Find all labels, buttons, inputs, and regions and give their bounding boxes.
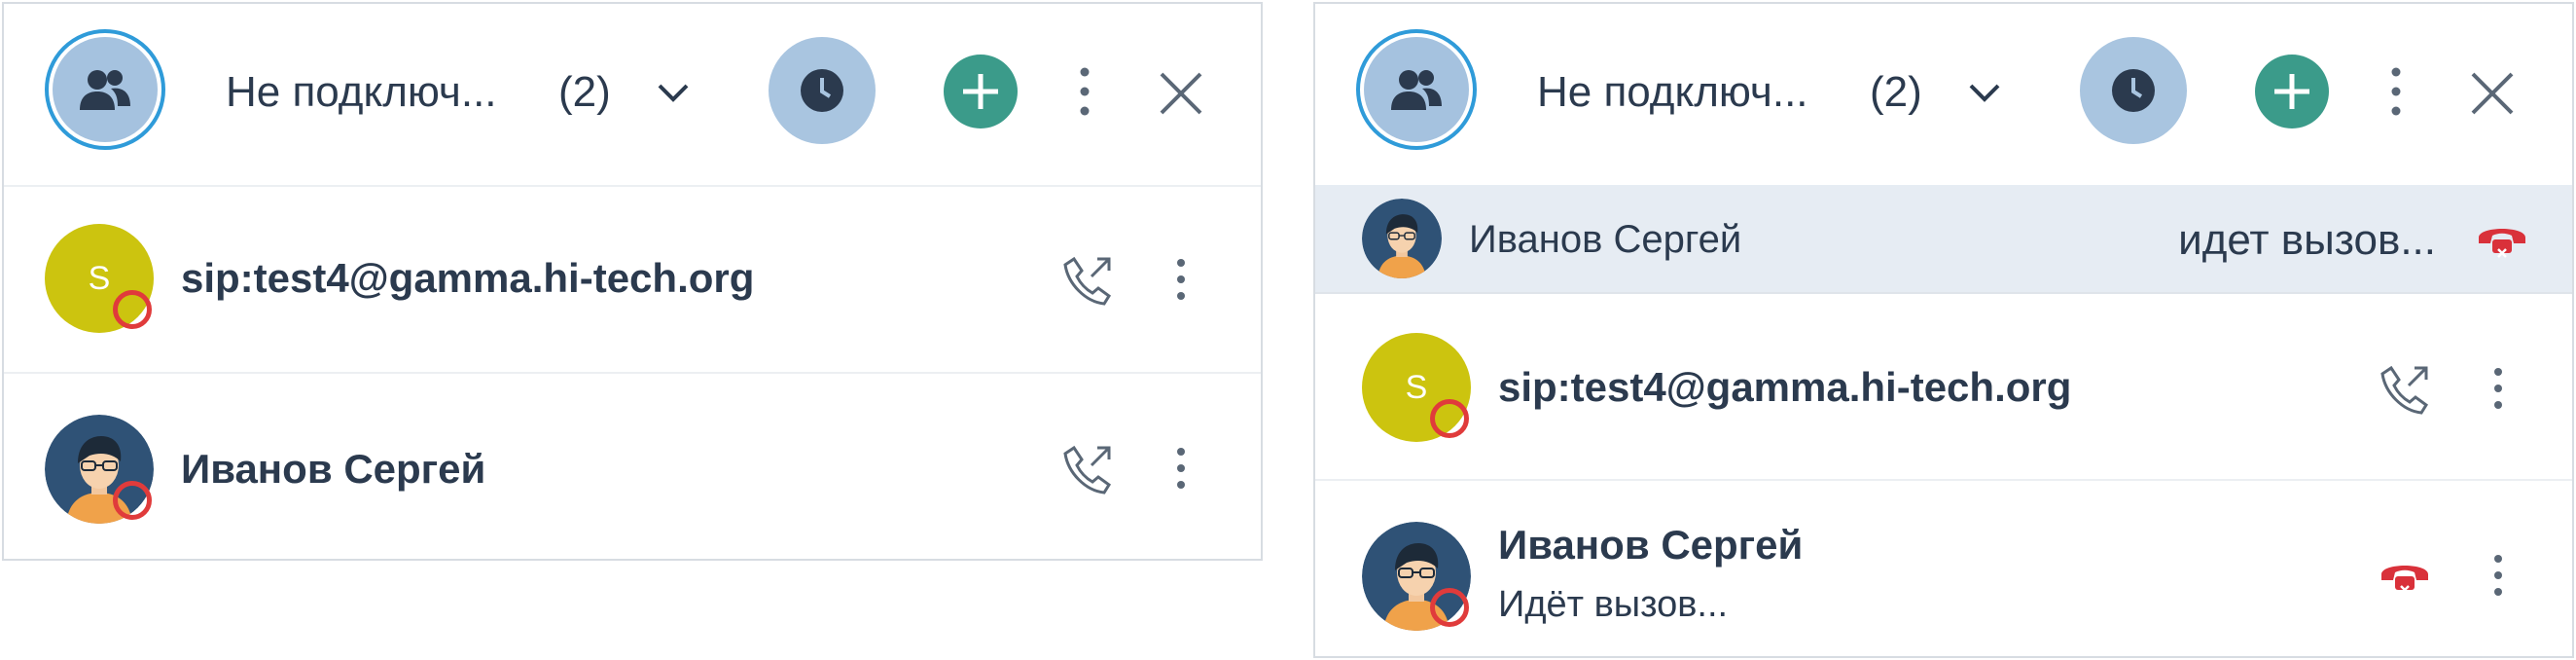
offline-status-icon: [113, 481, 152, 520]
list-item[interactable]: Иванов Сергей: [4, 372, 1261, 561]
contact-menu-icon[interactable]: [2487, 364, 2510, 413]
add-contact-button[interactable]: [944, 55, 1018, 128]
phone-outgoing-icon[interactable]: [1060, 442, 1115, 496]
contact-name: sip:test4@gamma.hi-tech.org: [1498, 364, 2072, 410]
contact-count: (2): [1870, 68, 1922, 116]
users-icon: [1391, 70, 1442, 110]
plus-icon: [2274, 74, 2309, 109]
offline-status-icon: [113, 290, 152, 329]
list-item[interactable]: S sip:test4@gamma.hi-tech.org: [1315, 292, 2572, 481]
more-menu-icon[interactable]: [2381, 62, 2411, 121]
contact-menu-icon[interactable]: [1169, 255, 1193, 304]
contact-name: Иванов Сергей: [1498, 522, 1804, 568]
avatar: [1362, 199, 1442, 278]
close-icon[interactable]: [2469, 70, 2516, 117]
close-icon[interactable]: [1158, 70, 1204, 117]
phone-outgoing-icon[interactable]: [2378, 362, 2432, 417]
connection-status[interactable]: Не подключ...: [226, 68, 497, 117]
contact-menu-icon[interactable]: [2487, 551, 2510, 600]
chevron-down-icon[interactable]: [654, 76, 693, 111]
history-button[interactable]: [2080, 37, 2187, 144]
contacts-panel: Не подключ... (2) S sip:test4@gamma.hi-t…: [2, 2, 1263, 561]
users-icon: [80, 70, 130, 110]
add-contact-button[interactable]: [2255, 55, 2329, 128]
active-call-name: Иванов Сергей: [1469, 218, 1742, 261]
clock-icon: [801, 69, 843, 112]
contact-name: Иванов Сергей: [181, 446, 486, 492]
contact-count: (2): [558, 68, 611, 116]
hangup-icon[interactable]: [2475, 216, 2529, 263]
history-button[interactable]: [769, 37, 876, 144]
list-item[interactable]: S sip:test4@gamma.hi-tech.org: [4, 185, 1261, 374]
user-avatar-icon: [1362, 199, 1442, 278]
contact-name: sip:test4@gamma.hi-tech.org: [181, 255, 755, 301]
active-call-status: идет вызов...: [2178, 216, 2436, 264]
phone-outgoing-icon[interactable]: [1060, 253, 1115, 308]
group-avatar[interactable]: [1356, 29, 1477, 150]
clock-icon: [2112, 69, 2155, 112]
panel-header: Не подключ... (2): [1315, 4, 2572, 187]
plus-icon: [963, 74, 998, 109]
group-avatar[interactable]: [45, 29, 165, 150]
hangup-icon[interactable]: [2378, 553, 2432, 600]
contacts-panel: Не подключ... (2) Иванов Сергей идет выз…: [1313, 2, 2574, 658]
contact-menu-icon[interactable]: [1169, 444, 1193, 493]
list-item[interactable]: Иванов Сергей Идёт вызов...: [1315, 479, 2572, 656]
active-call-bar[interactable]: Иванов Сергей идет вызов...: [1315, 185, 2572, 294]
offline-status-icon: [1430, 399, 1469, 438]
contact-call-status: Идёт вызов...: [1498, 584, 1729, 625]
chevron-down-icon[interactable]: [1965, 76, 2004, 111]
panel-header: Не подключ... (2): [4, 4, 1261, 187]
more-menu-icon[interactable]: [1070, 62, 1099, 121]
connection-status[interactable]: Не подключ...: [1537, 68, 1808, 117]
offline-status-icon: [1430, 588, 1469, 627]
